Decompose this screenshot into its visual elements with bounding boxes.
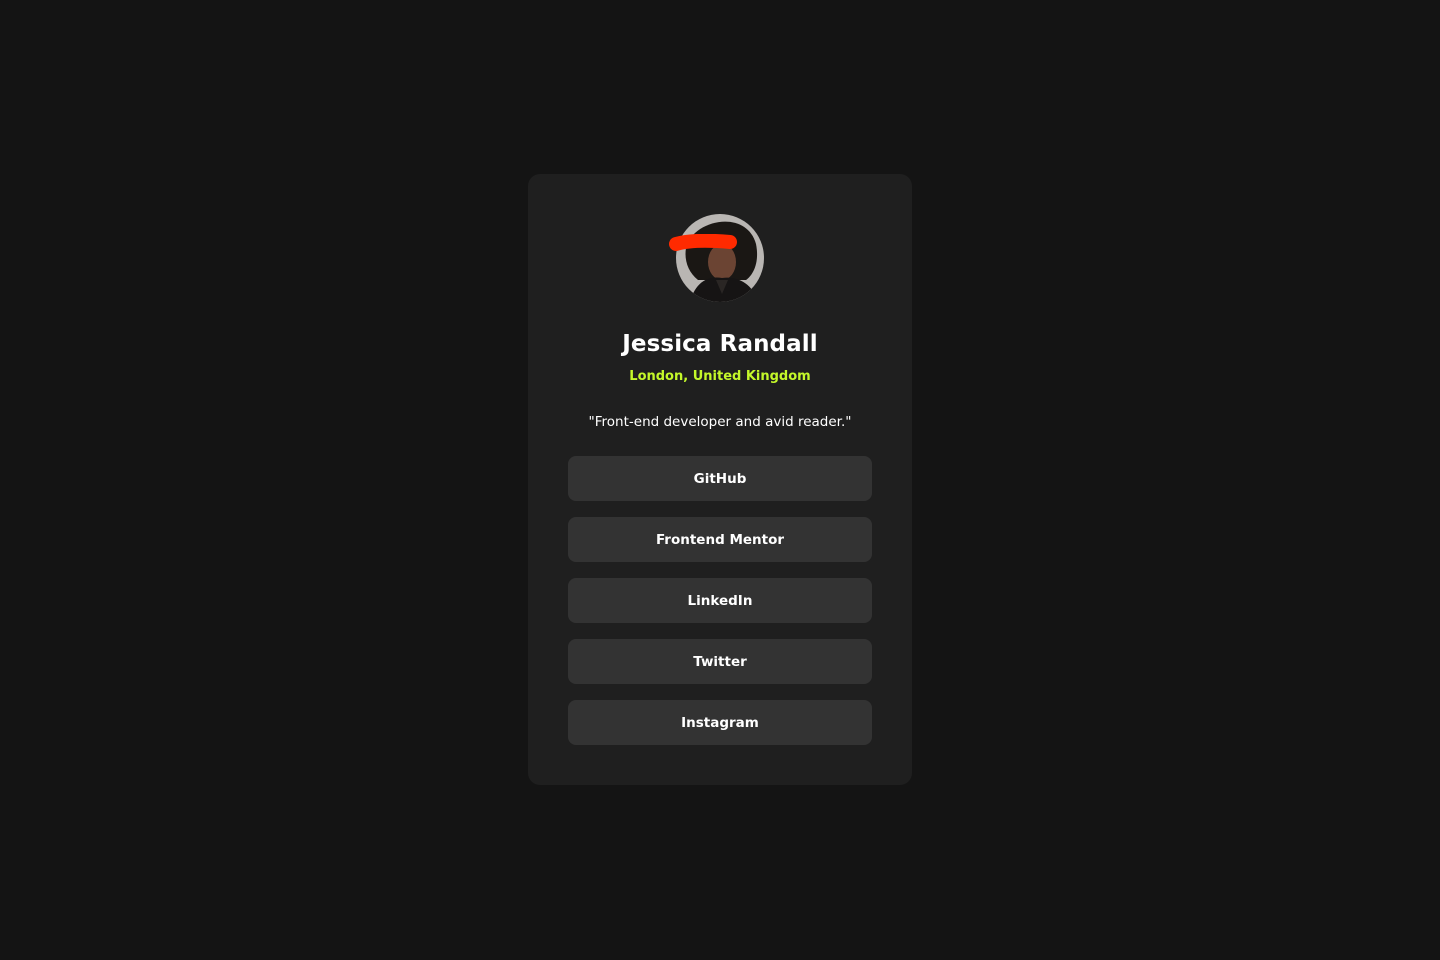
profile-card: Jessica Randall London, United Kingdom "…	[528, 174, 912, 785]
linkedin-link-button[interactable]: LinkedIn	[568, 578, 872, 623]
instagram-link-button[interactable]: Instagram	[568, 700, 872, 745]
social-links: GitHub Frontend Mentor LinkedIn Twitter …	[568, 456, 872, 761]
twitter-link-button[interactable]: Twitter	[568, 639, 872, 684]
profile-name: Jessica Randall	[622, 331, 818, 357]
avatar-image	[676, 214, 764, 302]
profile-bio: "Front-end developer and avid reader."	[588, 414, 852, 430]
page: Jessica Randall London, United Kingdom "…	[0, 0, 1440, 960]
frontend-mentor-link-button[interactable]: Frontend Mentor	[568, 517, 872, 562]
github-link-button[interactable]: GitHub	[568, 456, 872, 501]
avatar	[676, 214, 764, 302]
profile-location: London, United Kingdom	[629, 369, 811, 384]
